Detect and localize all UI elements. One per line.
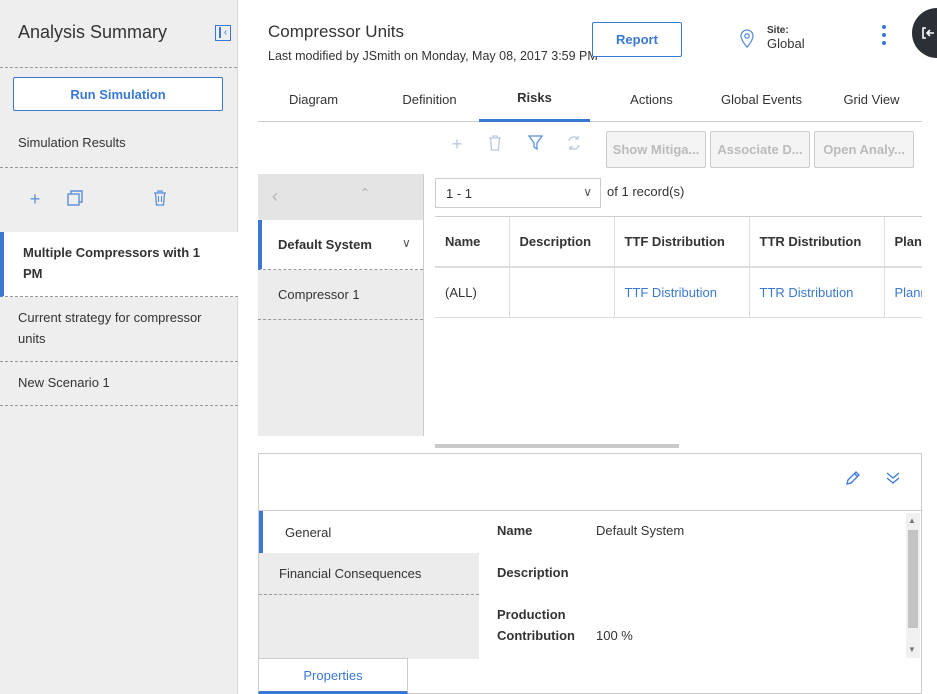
ttf-distribution-link[interactable]: TTF Distribution [614, 267, 750, 318]
up-arrow-icon[interactable]: ˆ [362, 186, 368, 207]
collapse-sidebar-icon[interactable]: ‹ [215, 25, 231, 41]
grid-horizontal-scrollbar[interactable] [435, 444, 679, 448]
edit-pencil-icon[interactable] [845, 470, 861, 491]
system-tree: ‹ ˆ Default System ∨ Compressor 1 [258, 174, 424, 436]
chevron-down-icon[interactable]: ∨ [402, 236, 411, 250]
tab-global-events[interactable]: Global Events [706, 76, 817, 122]
scroll-up-icon[interactable]: ▲ [908, 516, 916, 525]
name-label: Name [497, 523, 533, 538]
scenario-item[interactable]: Multiple Compressors with 1 PM [0, 232, 238, 297]
column-header[interactable]: Name [435, 217, 510, 268]
details-tab-label: Financial Consequences [279, 566, 422, 581]
column-header[interactable]: Plan [884, 217, 922, 268]
production-value: 100 % [596, 628, 633, 643]
scenario-label: Multiple Compressors with 1 PM [23, 245, 200, 281]
tree-item-default-system[interactable]: Default System ∨ [258, 220, 423, 270]
copy-icon[interactable] [66, 190, 84, 208]
column-header[interactable]: TTR Distribution [749, 217, 885, 268]
record-tabs: Diagram Definition Risks Actions Global … [258, 76, 922, 122]
scenario-item[interactable]: Current strategy for compressor units [0, 297, 238, 362]
open-analysis-button[interactable]: Open Analy... [814, 131, 914, 168]
scenario-label: New Scenario 1 [18, 375, 110, 390]
table-cell: (ALL) [435, 267, 510, 318]
details-tab-general[interactable]: General [259, 511, 479, 553]
details-toolbar [259, 454, 921, 511]
analysis-sidebar: Analysis Summary ‹ Run Simulation Simula… [0, 0, 238, 694]
production-label: Production [497, 607, 566, 622]
scroll-down-icon[interactable]: ▼ [908, 645, 916, 654]
column-header[interactable]: Description [509, 217, 615, 268]
site-value: Global [767, 36, 805, 51]
page-range-value: 1 - 1 [446, 185, 473, 201]
tab-actions[interactable]: Actions [596, 76, 707, 122]
details-scrollbar[interactable]: ▲ ▼ [906, 513, 920, 658]
ttr-distribution-link[interactable]: TTR Distribution [749, 267, 885, 318]
collapse-down-icon[interactable] [885, 470, 901, 491]
risks-grid: Name Description TTF Distribution TTR Di… [435, 216, 922, 318]
report-button[interactable]: Report [592, 22, 682, 57]
add-icon[interactable]: + [448, 135, 466, 153]
refresh-icon[interactable] [565, 135, 583, 153]
properties-tab[interactable]: Properties [258, 658, 408, 694]
scenario-list: Multiple Compressors with 1 PM Current s… [0, 232, 238, 406]
more-options-icon[interactable] [878, 25, 890, 45]
last-modified-text: Last modified by JSmith on Monday, May 0… [268, 49, 598, 63]
show-mitigation-button[interactable]: Show Mitiga... [606, 131, 706, 168]
sidebar-title: Analysis Summary [18, 22, 168, 42]
sidebar-header: Analysis Summary ‹ [0, 0, 237, 68]
delete-icon[interactable] [151, 190, 169, 208]
record-count: of 1 record(s) [607, 184, 684, 199]
contribution-label: Contribution [497, 628, 575, 643]
site-label: Site: [767, 25, 789, 36]
tab-definition[interactable]: Definition [374, 76, 485, 122]
filter-icon[interactable] [526, 135, 544, 153]
description-label: Description [497, 565, 569, 580]
add-icon[interactable]: + [26, 190, 44, 208]
tree-item-compressor[interactable]: Compressor 1 [258, 270, 423, 320]
tree-item-label: Default System [278, 237, 372, 252]
chevron-down-icon: ∨ [583, 185, 592, 199]
planned-link[interactable]: Planned [884, 267, 922, 318]
column-header[interactable]: TTF Distribution [614, 217, 750, 268]
table-cell [509, 267, 615, 318]
exit-icon [922, 27, 934, 39]
navigation-toggle-icon[interactable] [912, 8, 937, 58]
table-header-row: Name Description TTF Distribution TTR Di… [435, 217, 922, 268]
details-tabs: General Financial Consequences [259, 511, 479, 659]
scenario-toolbar: + [0, 180, 238, 220]
scroll-thumb[interactable] [908, 530, 918, 628]
scenario-label: Current strategy for compressor units [18, 310, 202, 346]
name-value: Default System [596, 523, 685, 538]
tree-item-label: Compressor 1 [278, 287, 360, 302]
main-panel: Compressor Units Last modified by JSmith… [238, 0, 937, 694]
run-simulation-button[interactable]: Run Simulation [13, 77, 223, 111]
tab-grid-view[interactable]: Grid View [816, 76, 927, 122]
page-range-select[interactable]: 1 - 1 ∨ [435, 178, 601, 208]
record-count-value: 1 [621, 184, 629, 199]
delete-icon[interactable] [486, 135, 504, 153]
back-arrow-icon[interactable]: ‹ [272, 186, 278, 207]
tab-risks[interactable]: Risks [479, 76, 590, 122]
table-row[interactable]: (ALL) TTF Distribution TTR Distribution … [435, 267, 922, 318]
of-text: of [607, 184, 618, 199]
page-title: Compressor Units [268, 22, 405, 41]
associate-button[interactable]: Associate D... [710, 131, 810, 168]
tab-diagram[interactable]: Diagram [258, 76, 369, 122]
scenario-item[interactable]: New Scenario 1 [0, 362, 238, 406]
location-pin-icon [740, 29, 754, 48]
tree-navigation: ‹ ˆ [258, 174, 423, 220]
simulation-results-item[interactable]: Simulation Results [0, 119, 238, 168]
details-tab-financial[interactable]: Financial Consequences [259, 553, 479, 595]
details-tab-label: General [285, 524, 332, 540]
simulation-results-label: Simulation Results [18, 135, 126, 150]
records-text: record(s) [632, 184, 685, 199]
